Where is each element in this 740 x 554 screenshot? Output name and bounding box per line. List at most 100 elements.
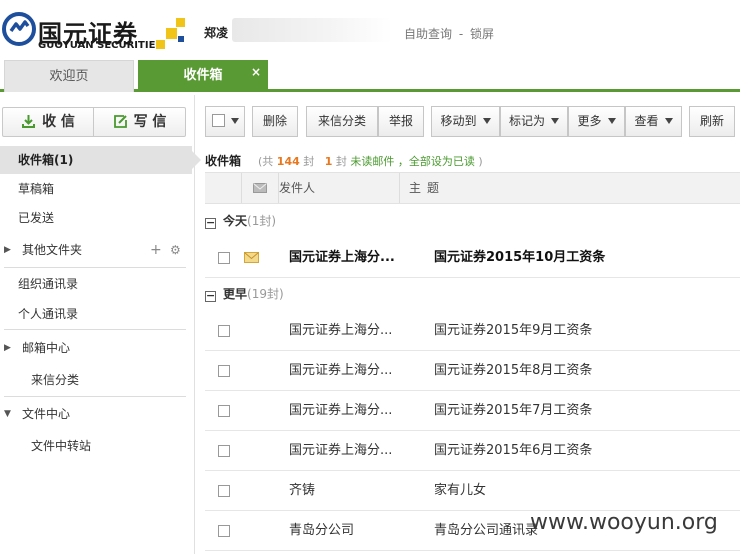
mail-row[interactable]: 国元证券上海分... 国元证券2015年8月工资条 — [205, 351, 740, 391]
refresh-button[interactable]: 刷新 — [689, 106, 735, 137]
expand-triangle-icon[interactable]: ▶ — [4, 334, 11, 362]
inbox-title: 收件箱 — [205, 154, 242, 168]
report-button[interactable]: 举报 — [378, 106, 424, 137]
other-folders-label: 其他文件夹 — [22, 243, 83, 257]
delete-button[interactable]: 删除 — [252, 106, 298, 137]
self-query-link[interactable]: 自助查询 — [404, 27, 452, 41]
file-center-label: 文件中心 — [22, 407, 71, 421]
caret-down-icon — [551, 118, 559, 124]
mail-subject: 国元证券2015年8月工资条 — [434, 363, 593, 378]
add-folder-icon[interactable]: + — [150, 236, 162, 264]
write-button[interactable]: 写 信 — [94, 108, 185, 136]
mail-row[interactable]: 国元证券上海分... 国元证券2015年6月工资条 — [205, 431, 740, 471]
row-checkbox[interactable] — [218, 445, 230, 457]
mail-sender: 国元证券上海分... — [289, 323, 393, 338]
mail-subject: 国元证券2015年9月工资条 — [434, 323, 593, 338]
mail-list-header: 发件人 主题 — [205, 172, 740, 204]
compose-button-group: 收 信 写 信 — [2, 107, 186, 137]
mail-subject: 青岛分公司通讯录 — [434, 523, 539, 538]
sidebar-item-personal-contacts[interactable]: 个人通讯录 — [0, 300, 192, 328]
group-today-label: 今天 — [223, 214, 248, 228]
row-checkbox[interactable] — [218, 405, 230, 417]
receive-button[interactable]: 收 信 — [3, 108, 94, 136]
row-checkbox[interactable] — [218, 525, 230, 537]
mail-sender: 国元证券上海分... — [289, 363, 393, 378]
stats-mid: 封 — [303, 155, 315, 168]
group-earlier-label: 更早 — [223, 287, 248, 301]
mail-toolbar: 删除 来信分类 举报 移动到 标记为 更多 查看 刷新 — [205, 106, 740, 138]
subject-column-header[interactable]: 主题 — [409, 173, 445, 203]
select-all-dropdown[interactable] — [205, 106, 245, 137]
sidebar-item-other-folders[interactable]: ▶ 其他文件夹 + ⚙ — [0, 236, 192, 264]
sidebar-divider — [4, 267, 186, 268]
watermark-text: www.wooyun.org — [530, 510, 718, 535]
tab-bar: 欢迎页 收件箱 × — [0, 60, 740, 92]
mail-sender: 国元证券上海分... — [289, 250, 395, 265]
more-dropdown[interactable]: 更多 — [568, 106, 625, 137]
mail-subject: 国元证券2015年10月工资条 — [434, 250, 606, 265]
row-checkbox[interactable] — [218, 252, 230, 264]
mail-subject: 家有儿女 — [434, 483, 487, 498]
sidebar-item-file-transfer[interactable]: 文件中转站 — [0, 432, 192, 460]
view-dropdown[interactable]: 查看 — [625, 106, 682, 137]
classify-button[interactable]: 来信分类 — [306, 106, 378, 137]
caret-down-icon — [664, 118, 673, 124]
brand-logo[interactable]: 国元证券 GUOYUAN SECURITIES — [0, 8, 195, 54]
redacted-name — [232, 18, 392, 42]
mail-row[interactable]: 国元证券上海分... 国元证券2015年7月工资条 — [205, 391, 740, 431]
row-checkbox[interactable] — [218, 365, 230, 377]
sidebar-item-inbox[interactable]: 收件箱(1) — [0, 146, 201, 174]
app-header: 国元证券 GUOYUAN SECURITIES 郑凌 自助查询 - 锁屏 — [0, 0, 740, 60]
caret-down-icon — [482, 118, 491, 124]
group-today-count: (1封) — [247, 214, 277, 228]
row-checkbox[interactable] — [218, 485, 230, 497]
expand-triangle-icon[interactable]: ▶ — [4, 236, 11, 264]
row-checkbox[interactable] — [218, 325, 230, 337]
close-icon[interactable]: × — [251, 57, 261, 88]
sidebar-item-sent[interactable]: 已发送 — [0, 204, 192, 232]
tab-inbox[interactable]: 收件箱 × — [138, 60, 268, 92]
mark-as-label: 标记为 — [508, 114, 545, 128]
caret-down-icon — [230, 118, 239, 124]
brand-name-en: GUOYUAN SECURITIES — [38, 40, 163, 51]
group-today[interactable]: − 今天(1封) — [205, 206, 740, 236]
more-label: 更多 — [577, 114, 602, 128]
edit-icon — [113, 115, 127, 128]
mail-row[interactable]: 齐铸 家有儿女 — [205, 471, 740, 511]
collapse-triangle-icon[interactable]: ▼ — [4, 400, 11, 428]
sidebar-item-mail-classify[interactable]: 来信分类 — [0, 366, 192, 394]
group-earlier[interactable]: − 更早(19封) — [205, 279, 740, 309]
tab-welcome[interactable]: 欢迎页 — [4, 60, 134, 92]
collapse-icon[interactable]: − — [205, 290, 216, 302]
mail-sender: 国元证券上海分... — [289, 443, 393, 458]
mail-row[interactable]: 国元证券上海分... 国元证券2015年9月工资条 — [205, 311, 740, 351]
sidebar-divider — [4, 396, 186, 397]
gear-icon[interactable]: ⚙ — [170, 236, 181, 264]
sidebar-item-drafts[interactable]: 草稿箱 — [0, 175, 192, 203]
sidebar-item-org-contacts[interactable]: 组织通讯录 — [0, 270, 192, 298]
mail-row-unread[interactable]: 国元证券上海分... 国元证券2015年10月工资条 — [205, 238, 740, 278]
username: 郑凌 — [204, 26, 229, 40]
sender-column-header[interactable]: 发件人 — [279, 173, 315, 203]
mark-as-dropdown[interactable]: 标记为 — [500, 106, 568, 137]
sidebar-item-file-center[interactable]: ▼ 文件中心 — [0, 400, 192, 428]
select-all-checkbox[interactable] — [211, 114, 225, 127]
inbox-stats: (共 144 封 1 封 未读邮件 ，全部设为已读 ) — [258, 153, 483, 169]
mark-all-read-link[interactable]: ，全部设为已读 — [398, 155, 475, 168]
unread-suffix: 封 — [335, 155, 347, 168]
move-to-dropdown[interactable]: 移动到 — [431, 106, 500, 137]
top-links: 自助查询 - 锁屏 — [404, 25, 497, 42]
sidebar-item-mailbox-center[interactable]: ▶ 邮箱中心 — [0, 334, 192, 362]
mail-subject: 国元证券2015年6月工资条 — [434, 443, 593, 458]
collapse-icon[interactable]: − — [205, 217, 216, 229]
receive-label: 收 信 — [42, 114, 75, 130]
mail-type-icon — [253, 183, 267, 193]
total-count: 144 — [276, 155, 300, 168]
type-column-header[interactable] — [241, 173, 279, 203]
caret-down-icon — [607, 118, 616, 124]
group-earlier-count: (19封) — [247, 287, 284, 301]
unread-mail-link[interactable]: 未读邮件 — [350, 155, 394, 168]
guoyuan-logo-mark-icon — [2, 12, 36, 46]
lock-screen-link[interactable]: 锁屏 — [470, 27, 494, 41]
mail-subject: 国元证券2015年7月工资条 — [434, 403, 593, 418]
